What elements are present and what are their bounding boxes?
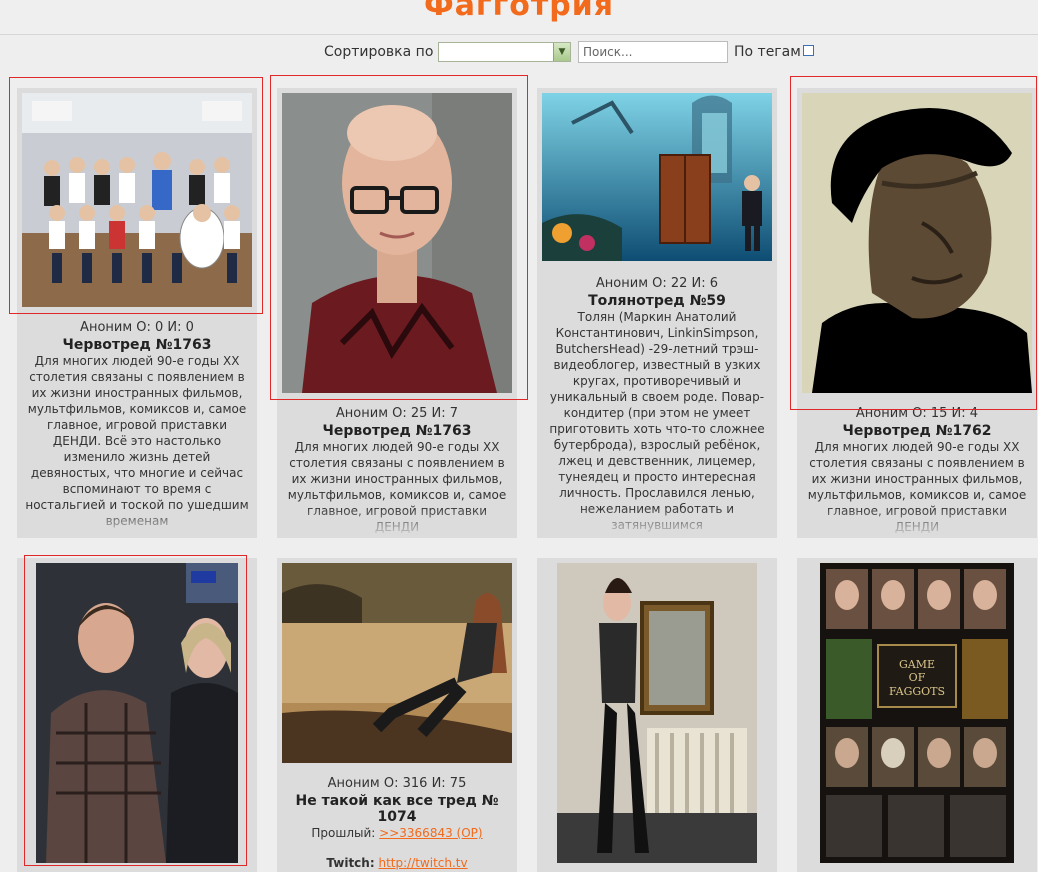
thread-card[interactable]: Аноним О: 0 И: 0 Червотред №1763 Для мно… [17,88,257,538]
thread-thumbnail[interactable] [542,93,772,261]
thread-description: Толян (Маркин Анатолий Константинович, L… [549,310,765,532]
sort-select[interactable]: ▼ [438,42,571,62]
twitch-label: Twitch: [326,856,375,870]
thread-stats: Аноним О: 0 И: 0 [80,320,194,335]
thread-card[interactable]: Аноним О: 22 И: 6 Толянотред №59 Толян (… [537,88,777,538]
twitch-row: Twitch: http://twitch.tv [277,855,517,871]
thread-stats: Аноним О: 22 И: 6 [595,276,719,291]
thread-thumbnail[interactable] [36,563,238,863]
thread-stats: Аноним О: 316 И: 75 [327,776,467,791]
thread-thumbnail[interactable] [22,93,252,307]
poster-title-line2: OF [909,671,926,684]
previous-thread-link[interactable]: >>3366843 (OP) [379,826,482,840]
thread-thumbnail[interactable] [282,93,512,393]
thread-title[interactable]: Толянотред №59 [537,293,777,309]
thread-thumbnail[interactable] [802,93,1032,393]
text-fade [797,508,1037,538]
site-title[interactable]: Фагготрия [0,0,1038,23]
thread-title[interactable]: Не такой как все тред № 1074 [277,793,517,825]
thread-thumbnail[interactable] [282,563,512,763]
text-fade [17,508,257,538]
thread-description: Для многих людей 90-е годы XX столетия с… [25,354,249,528]
header: Фагготрия [0,0,1038,35]
previous-thread-row: Прошлый: >>3366843 (OP) [277,825,517,841]
thread-card[interactable]: GAME OF FAGGOTS [797,558,1037,872]
poster-title-line3: FAGGOTS [889,685,945,698]
search-input[interactable] [578,41,728,63]
filter-bar: Сортировка по ▼ По тегам [0,34,1038,70]
thread-stats: Аноним О: 15 И: 4 [855,406,979,421]
thread-card[interactable] [537,558,777,872]
thread-title[interactable]: Червотред №1763 [17,337,257,353]
text-fade [277,508,517,538]
poster-title-line1: GAME [899,658,935,671]
thread-title[interactable]: Червотред №1762 [797,423,1037,439]
previous-thread-label: Прошлый: [311,826,376,840]
thread-stats: Аноним О: 25 И: 7 [335,406,459,421]
thread-card[interactable]: Аноним О: 25 И: 7 Червотред №1763 Для мн… [277,88,517,538]
thread-card[interactable]: Аноним О: 316 И: 75 Не такой как все тре… [277,558,517,872]
sort-label: Сортировка по [324,44,434,60]
thread-card[interactable] [17,558,257,872]
thread-thumbnail[interactable]: GAME OF FAGGOTS [820,563,1014,863]
text-fade [537,508,777,538]
tags-checkbox[interactable] [803,45,814,56]
chevron-down-icon[interactable]: ▼ [553,43,570,61]
thread-thumbnail[interactable] [557,563,757,863]
thread-card[interactable]: Аноним О: 15 И: 4 Червотред №1762 Для мн… [797,88,1037,538]
thread-title[interactable]: Червотред №1763 [277,423,517,439]
tags-label: По тегам [734,44,801,60]
twitch-link[interactable]: http://twitch.tv [378,856,467,870]
